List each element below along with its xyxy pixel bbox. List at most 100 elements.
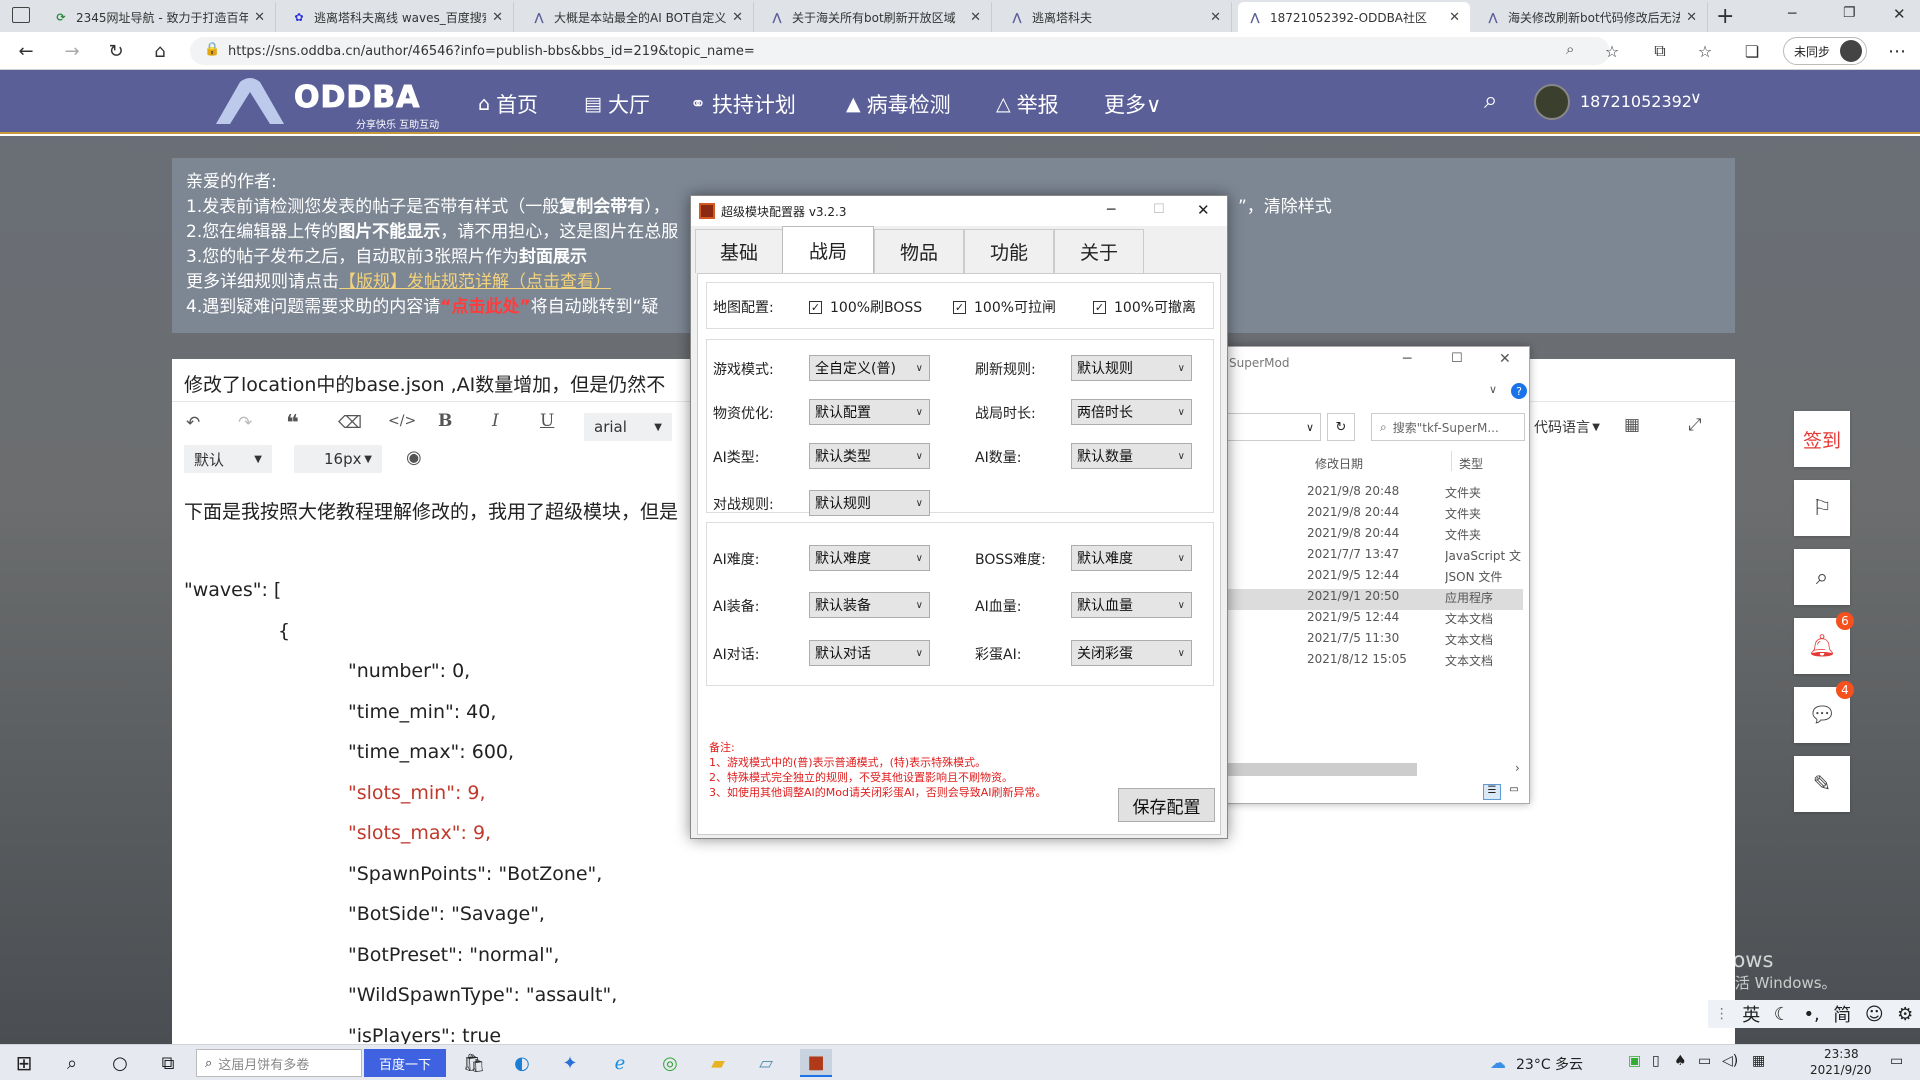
preview-eye-icon[interactable]: ◉ (406, 447, 422, 468)
start-icon[interactable]: ⊞ (8, 1049, 40, 1077)
minimize-icon[interactable]: ─ (1788, 6, 1796, 22)
network-icon[interactable]: ▭ (1698, 1053, 1711, 1069)
explorer-search-input[interactable]: ⌕ 搜索"tkf-SuperM... (1371, 413, 1525, 441)
tab-battle[interactable]: 战局 (782, 226, 874, 274)
code-icon[interactable]: </> (388, 413, 416, 429)
file-row[interactable]: 2021/9/8 20:44 文件夹 (1303, 526, 1543, 547)
emoji-icon[interactable]: ☺ (1865, 1004, 1884, 1025)
favorites-icon[interactable]: ☆ (1693, 39, 1717, 63)
search-button[interactable]: ⌕ (1794, 549, 1850, 605)
ai-count-select[interactable]: 默认数量 ∨ (1071, 443, 1192, 469)
ime-handle-icon[interactable]: ⋮ (1715, 1006, 1729, 1022)
ai-gear-select[interactable]: 默认装备 ∨ (809, 592, 930, 618)
forward-icon[interactable]: → (60, 39, 84, 63)
new-tab-icon[interactable]: + (1716, 4, 1734, 29)
baidu-search-button[interactable]: 百度一下 (364, 1049, 446, 1077)
redo-icon[interactable]: ↷ (238, 413, 252, 433)
file-row[interactable]: 2021/9/8 20:44 文件夹 (1303, 505, 1543, 526)
user-avatar[interactable] (1534, 84, 1570, 120)
game-mode-select[interactable]: 全自定义(普) ∨ (809, 355, 930, 381)
cortana-icon[interactable]: ○ (104, 1049, 136, 1077)
font-family-select[interactable]: arial ▼ (584, 413, 672, 441)
file-row[interactable]: 2021/8/12 15:05 文本文档 (1303, 652, 1543, 673)
post-title-input[interactable]: 修改了location中的base.json ,AI数量增加，但是仍然不 (184, 370, 665, 397)
browser-tab[interactable]: ⟳ 2345网址导航 - 致力于打造百年 ✕ (44, 2, 276, 32)
restore-icon[interactable]: ❐ (1843, 5, 1856, 21)
file-row[interactable]: 2021/9/5 12:44 JSON 文件 (1303, 568, 1543, 589)
more-menu-icon[interactable]: ⋯ (1885, 39, 1909, 63)
browser-360-icon[interactable]: ◎ (654, 1049, 686, 1077)
compose-button[interactable]: ✎ (1794, 756, 1850, 812)
message-button[interactable]: 💬︎ 4 (1794, 681, 1854, 743)
save-config-button[interactable]: 保存配置 (1118, 788, 1215, 822)
quote-icon[interactable]: ❝ (286, 411, 299, 436)
home-button-icon[interactable]: ⌂ (148, 39, 172, 63)
tab-close-icon[interactable]: ✕ (1449, 10, 1460, 25)
file-row[interactable]: 2021/7/7 13:47 JavaScript 文 (1303, 547, 1543, 568)
path-box[interactable]: ∨ (1213, 413, 1321, 441)
tab-actions-icon[interactable] (12, 7, 30, 23)
collections-icon[interactable]: ❏ (1740, 39, 1764, 63)
details-view-icon[interactable]: ☰ (1483, 784, 1501, 800)
extensions-icon[interactable]: ⧉ (1648, 39, 1672, 63)
feather-app-icon[interactable]: ✦ (554, 1049, 586, 1077)
browser-tab-active[interactable]: ⋀ 18721052392-ODDBA社区 ✕ (1238, 2, 1470, 32)
close-window-icon[interactable]: ✕ (1893, 5, 1906, 23)
file-row[interactable]: 2021/9/5 12:44 文本文档 (1303, 610, 1543, 631)
checkbox-lever[interactable]: ✓ 100%可拉闸 (953, 297, 1056, 317)
nav-hall[interactable]: ▤ 大厅 (584, 89, 650, 119)
file-explorer-icon[interactable]: ▰ (702, 1049, 734, 1077)
taskbar-search-box[interactable]: ⌕ 这届月饼有多卷 (196, 1049, 362, 1077)
search-icon[interactable]: ⌕ (1484, 86, 1497, 114)
code-language-select[interactable]: 代码语言 ▼ (1532, 413, 1602, 441)
nav-support[interactable]: ⚭ 扶持计划 (690, 89, 796, 119)
ie-icon[interactable]: ℯ (604, 1049, 636, 1077)
browser-tab[interactable]: ⋀ 逃离塔科夫 ✕ (1000, 2, 1232, 32)
file-row[interactable]: 2021/9/8 20:48 文件夹 (1303, 484, 1543, 505)
table-icon[interactable]: ▦ (1624, 415, 1640, 435)
ime-grid-icon[interactable]: ▦ (1752, 1053, 1765, 1069)
action-center-icon[interactable]: ▭ (1890, 1053, 1903, 1069)
col-date-header[interactable]: 修改日期 (1315, 455, 1363, 472)
ai-type-select[interactable]: 默认类型 ∨ (809, 443, 930, 469)
browser-tab[interactable]: ⋀ 大概是本站最全的AI BOT自定义 ✕ (522, 2, 754, 32)
explorer-refresh-icon[interactable]: ↻ (1327, 413, 1355, 441)
tab-basic[interactable]: 基础 (695, 229, 783, 273)
clock-time[interactable]: 23:38 (1824, 1047, 1859, 1061)
nav-home[interactable]: ⌂ 首页 (478, 89, 538, 119)
boss-difficulty-select[interactable]: 默认难度 ∨ (1071, 545, 1192, 571)
ai-hp-select[interactable]: 默认血量 ∨ (1071, 592, 1192, 618)
file-row[interactable]: 2021/9/1 20:50 应用程序 (1213, 589, 1523, 610)
italic-icon[interactable]: I (492, 411, 499, 431)
underline-icon[interactable]: U (540, 411, 554, 431)
tab-about[interactable]: 关于 (1054, 229, 1144, 273)
col-type-header[interactable]: 类型 (1459, 455, 1483, 472)
tab-close-icon[interactable]: ✕ (1686, 10, 1697, 25)
weather-icon[interactable]: ☁ (1490, 1053, 1506, 1072)
ime-language[interactable]: 英 (1742, 1001, 1760, 1027)
browser-tab[interactable]: ⋀ 海关修改刷新bot代码修改后无法 ✕ (1476, 2, 1708, 32)
zoom-icon[interactable]: ⌕ (1566, 40, 1574, 58)
flag-button[interactable]: ⚐ (1794, 480, 1850, 536)
nav-more[interactable]: 更多∨ (1104, 89, 1161, 119)
help-icon[interactable]: ? (1511, 383, 1527, 399)
post-body-intro[interactable]: 下面是我按照大佬教程理解修改的，我用了超级模块，但是 (184, 497, 678, 524)
undo-icon[interactable]: ↶ (186, 413, 200, 433)
taskbar-search-icon[interactable]: ⌕ (56, 1049, 88, 1077)
task-view-icon[interactable]: ⧉ (152, 1049, 184, 1077)
tab-close-icon[interactable]: ✕ (970, 10, 981, 25)
checkbox-boss[interactable]: ✓ 100%刷BOSS (809, 297, 922, 317)
tab-items[interactable]: 物品 (874, 229, 964, 273)
supermod-config-icon[interactable]: ■ (800, 1049, 832, 1077)
refresh-icon[interactable]: ↻ (104, 39, 128, 63)
notepad-icon[interactable]: ▱ (750, 1049, 782, 1077)
tab-functions[interactable]: 功能 (964, 229, 1054, 273)
edge-icon[interactable]: ◐ (506, 1049, 538, 1077)
eraser-icon[interactable]: ⌫ (338, 413, 362, 433)
url-field[interactable]: 🔒 https://sns.oddba.cn/author/46546?info… (190, 37, 1610, 65)
browser-tab[interactable]: ✿ 逃离塔科夫离线 waves_百度搜索 ✕ (282, 2, 514, 32)
moon-icon[interactable]: ☾ (1774, 1004, 1790, 1025)
user-name[interactable]: 18721052392 (1580, 92, 1692, 111)
duration-select[interactable]: 两倍时长 ∨ (1071, 399, 1192, 425)
pvp-rule-select[interactable]: 默认规则 ∨ (809, 490, 930, 516)
